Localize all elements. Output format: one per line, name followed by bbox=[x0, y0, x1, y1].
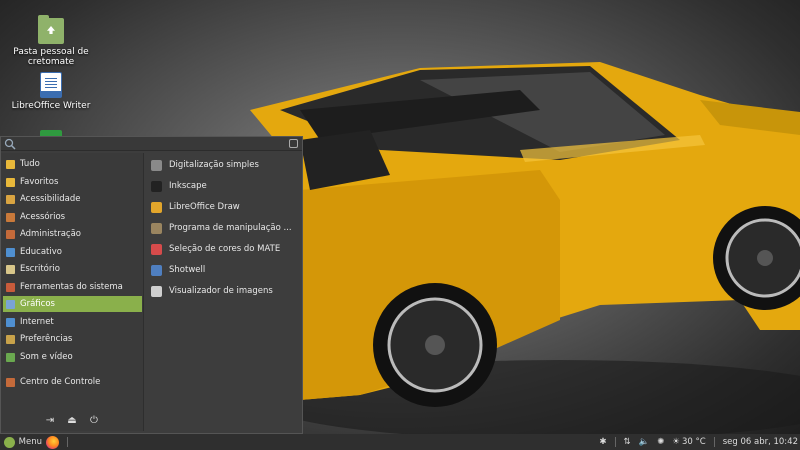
menu-category-item[interactable]: Internet bbox=[3, 314, 142, 330]
category-icon bbox=[6, 334, 15, 344]
category-icon bbox=[6, 194, 15, 204]
bluetooth-icon[interactable]: ✱ bbox=[599, 437, 606, 447]
menu-category-label: Internet bbox=[20, 317, 54, 327]
category-icon bbox=[6, 317, 15, 327]
menu-category-label: Tudo bbox=[20, 159, 40, 169]
menu-category-label: Preferências bbox=[20, 334, 73, 344]
menu-app-item[interactable]: Shotwell bbox=[149, 261, 299, 279]
menu-category-item[interactable]: Tudo bbox=[3, 156, 142, 172]
menu-category-item[interactable]: Centro de Controle bbox=[3, 374, 142, 390]
menu-app-label: Shotwell bbox=[169, 265, 206, 275]
menu-category-item[interactable]: Acessórios bbox=[3, 209, 142, 225]
app-icon bbox=[151, 159, 162, 171]
category-icon bbox=[6, 352, 15, 362]
app-icon bbox=[151, 243, 162, 255]
lock-screen-icon[interactable]: ⇥ bbox=[44, 415, 56, 427]
temperature-label[interactable]: 30 °C bbox=[682, 437, 706, 447]
search-icon bbox=[4, 138, 16, 150]
app-icon bbox=[151, 285, 162, 297]
menu-app-label: Inkscape bbox=[169, 181, 207, 191]
app-icon bbox=[151, 222, 162, 234]
menu-category-item[interactable]: Escritório bbox=[3, 261, 142, 277]
clock[interactable]: seg 06 abr, 10:42 bbox=[723, 437, 798, 447]
menu-category-label: Som e vídeo bbox=[20, 352, 73, 362]
menu-app-label: Visualizador de imagens bbox=[169, 286, 273, 296]
menu-app-item[interactable]: Programa de manipulação ... bbox=[149, 219, 299, 237]
desktop-icon-libreoffice-writer[interactable]: LibreOffice Writer bbox=[6, 72, 96, 111]
app-icon bbox=[151, 180, 162, 192]
menu-app-label: Seleção de cores do MATE bbox=[169, 244, 281, 254]
brightness-icon[interactable]: ✺ bbox=[657, 437, 664, 447]
menu-category-label: Favoritos bbox=[20, 177, 59, 187]
category-icon bbox=[6, 229, 15, 239]
menu-category-label: Escritório bbox=[20, 264, 60, 274]
menu-category-label: Acessórios bbox=[20, 212, 66, 222]
menu-category-label: Acessibilidade bbox=[20, 194, 81, 204]
menu-app-label: LibreOffice Draw bbox=[169, 202, 240, 212]
home-folder-icon bbox=[38, 15, 64, 44]
panel-separator bbox=[67, 437, 68, 447]
category-icon bbox=[6, 159, 15, 169]
clear-search-icon[interactable] bbox=[289, 139, 298, 148]
category-icon bbox=[6, 247, 15, 257]
menu-category-item[interactable]: Gráficos bbox=[3, 296, 142, 312]
desktop-icon-label: LibreOffice Writer bbox=[11, 101, 91, 111]
desktop-icon-home-folder[interactable]: Pasta pessoal de cretomate bbox=[6, 15, 96, 67]
app-icon bbox=[151, 264, 162, 276]
bottom-panel: Menu ✱ ⇅ 🔈 ✺ ☀ 30 °C seg 06 abr, 10:42 bbox=[0, 434, 800, 450]
menu-app-label: Programa de manipulação ... bbox=[169, 223, 292, 233]
mint-logo-icon bbox=[4, 436, 15, 448]
menu-category-item[interactable]: Ferramentas do sistema bbox=[3, 279, 142, 295]
application-menu: ⇥ ⏏ ⏻ Tudo Favoritos Acessibilidade Acessór… bbox=[0, 136, 303, 434]
menu-category-item[interactable]: Acessibilidade bbox=[3, 191, 142, 207]
power-icon[interactable]: ⏻ bbox=[88, 415, 100, 427]
desktop-icon-label: Pasta pessoal de bbox=[13, 47, 89, 57]
menu-category-label: Gráficos bbox=[20, 299, 55, 309]
category-icon bbox=[6, 299, 15, 309]
logout-icon[interactable]: ⏏ bbox=[66, 415, 78, 427]
menu-category-label: Administração bbox=[20, 229, 81, 239]
category-icon bbox=[6, 177, 15, 187]
menu-category-item[interactable]: Administração bbox=[3, 226, 142, 242]
menu-category-label: Ferramentas do sistema bbox=[20, 282, 123, 292]
menu-app-label: Digitalização simples bbox=[169, 160, 259, 170]
system-tray: ✱ ⇅ 🔈 ✺ ☀ 30 °C seg 06 abr, 10:42 bbox=[591, 434, 800, 450]
network-icon[interactable]: ⇅ bbox=[624, 437, 631, 447]
menu-category-item[interactable]: Preferências bbox=[3, 331, 142, 347]
menu-category-item[interactable]: Educativo bbox=[3, 244, 142, 260]
menu-button-label: Menu bbox=[18, 437, 42, 447]
category-icon bbox=[6, 212, 15, 222]
menu-category-item[interactable]: Favoritos bbox=[3, 174, 142, 190]
menu-search-bar[interactable] bbox=[1, 137, 302, 151]
menu-app-item[interactable]: Visualizador de imagens bbox=[149, 282, 299, 300]
menu-category-item[interactable]: Som e vídeo bbox=[3, 349, 142, 365]
menu-app-item[interactable]: Inkscape bbox=[149, 177, 299, 195]
menu-app-item[interactable]: Digitalização simples bbox=[149, 156, 299, 174]
menu-app-item[interactable]: Seleção de cores do MATE bbox=[149, 240, 299, 258]
firefox-icon[interactable] bbox=[46, 435, 59, 449]
libreoffice-writer-icon bbox=[40, 72, 62, 98]
menu-app-item[interactable]: LibreOffice Draw bbox=[149, 198, 299, 216]
menu-category-label: Centro de Controle bbox=[20, 377, 101, 387]
category-icon bbox=[6, 264, 15, 274]
menu-button[interactable]: Menu bbox=[0, 434, 42, 450]
category-icon bbox=[6, 377, 15, 387]
app-icon bbox=[151, 201, 162, 213]
desktop-icon-label-line2: cretomate bbox=[27, 57, 75, 67]
category-icon bbox=[6, 282, 15, 292]
weather-icon[interactable]: ☀ bbox=[672, 437, 680, 447]
menu-category-label: Educativo bbox=[20, 247, 62, 257]
volume-icon[interactable]: 🔈 bbox=[639, 437, 650, 447]
